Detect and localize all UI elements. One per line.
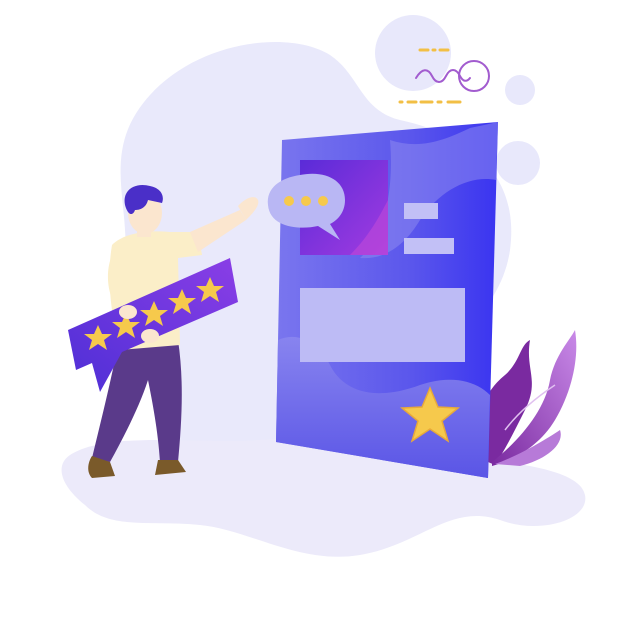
- plant: [478, 330, 577, 466]
- typing-dot-1: [284, 196, 294, 206]
- deco-circle-medium: [496, 141, 540, 185]
- content-panel: [300, 288, 465, 362]
- text-line-1: [404, 203, 438, 219]
- person-neck: [137, 225, 151, 237]
- text-line-2: [404, 238, 454, 254]
- typing-dot-3: [318, 196, 328, 206]
- person-hand-left: [119, 305, 137, 319]
- review-illustration: [0, 0, 640, 640]
- person-hand-right: [141, 329, 159, 343]
- typing-dot-2: [301, 196, 311, 206]
- illustration-canvas: [61, 15, 586, 557]
- deco-circle-large: [375, 15, 451, 91]
- deco-circle-small: [505, 75, 535, 105]
